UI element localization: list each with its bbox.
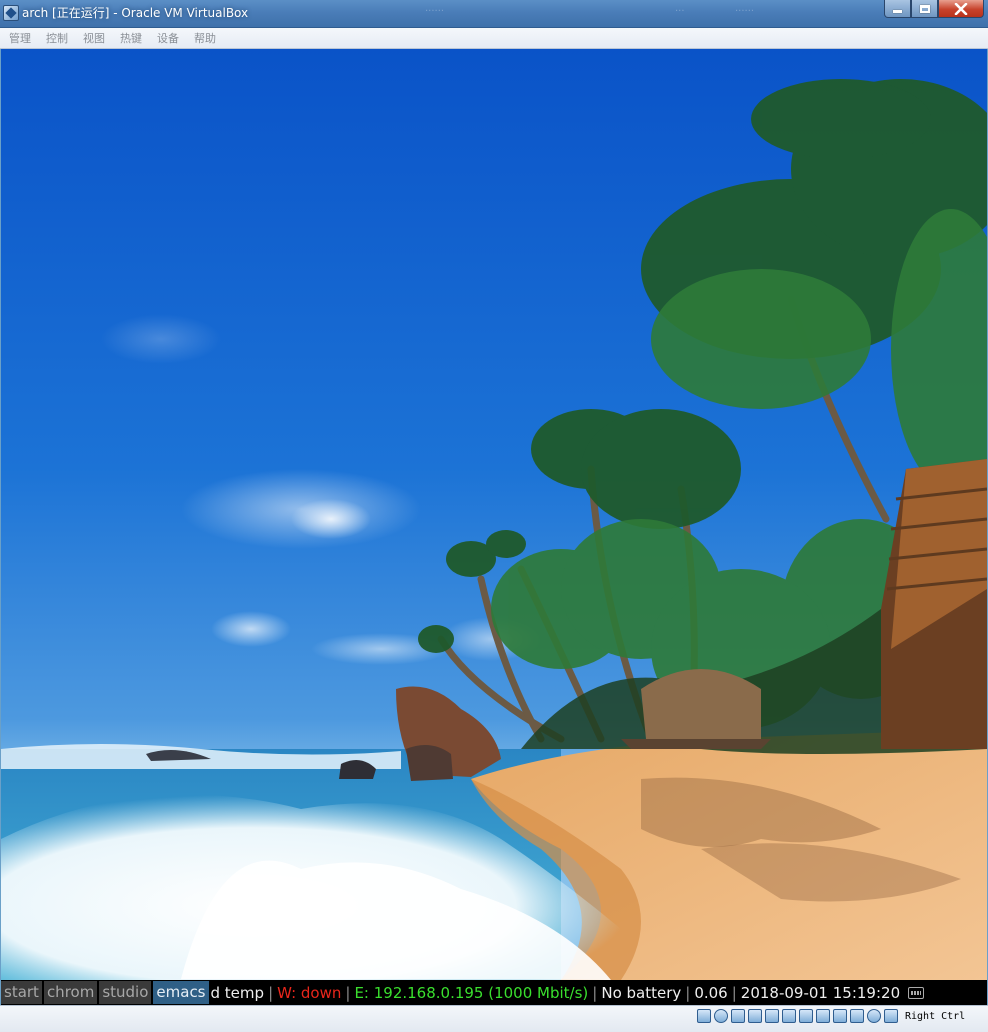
menu-hotkeys[interactable]: 热键 (120, 30, 142, 46)
wifi-status: W: down (277, 983, 342, 1002)
window-title: arch [正在运行] - Oracle VM VirtualBox (22, 6, 249, 20)
usb-icon[interactable] (765, 1009, 779, 1023)
datetime-status: 2018-09-01 15:19:20 (740, 983, 901, 1002)
workspace-tag-studio[interactable]: studio (99, 981, 152, 1004)
close-icon (954, 2, 968, 15)
minimize-icon (893, 10, 902, 13)
optical-drive-icon[interactable] (714, 1009, 728, 1023)
menu-bar: 管理 控制 视图 热键 设备 帮助 (0, 28, 988, 49)
host-key-label[interactable]: Right Ctrl (905, 1011, 965, 1022)
workspace-tag-emacs[interactable]: emacs (153, 981, 209, 1004)
menu-help[interactable]: 帮助 (194, 30, 216, 46)
video-capture-icon[interactable] (816, 1009, 830, 1023)
workspace-tag-start[interactable]: start (1, 981, 42, 1004)
shared-folder-icon[interactable] (782, 1009, 796, 1023)
ethernet-status: E: 192.168.0.195 (1000 Mbit/s) (354, 983, 589, 1002)
host-status-strip: Right Ctrl (0, 1005, 988, 1032)
battery-status: No battery (601, 983, 682, 1002)
menu-manage[interactable]: 管理 (9, 30, 31, 46)
mouse-integration-icon[interactable] (867, 1009, 881, 1023)
menu-control[interactable]: 控制 (46, 30, 68, 46)
menu-devices[interactable]: 设备 (157, 30, 179, 46)
guest-status-bar: start chrom studio emacs d temp | W: dow… (1, 980, 987, 1005)
temp-status: d temp (210, 983, 265, 1002)
status-separator: | (268, 983, 274, 1002)
menu-view[interactable]: 视图 (83, 30, 105, 46)
desktop-wallpaper (1, 49, 987, 980)
display-icon[interactable] (799, 1009, 813, 1023)
close-button[interactable] (938, 0, 984, 18)
hard-disk-icon[interactable] (697, 1009, 711, 1023)
virtualbox-app-icon[interactable] (3, 5, 19, 21)
vm-display[interactable] (1, 49, 987, 980)
keyboard-arrow-icon[interactable] (884, 1009, 898, 1023)
load-status: 0.06 (694, 983, 728, 1002)
status-separator: | (731, 983, 737, 1002)
status-separator: | (345, 983, 351, 1002)
workspace-tag-chrom[interactable]: chrom (43, 981, 98, 1004)
keyboard-icon[interactable] (908, 986, 925, 999)
network-icon[interactable] (748, 1009, 762, 1023)
audio-icon[interactable] (731, 1009, 745, 1023)
minimize-button[interactable] (884, 0, 911, 18)
vrde-icon[interactable] (833, 1009, 847, 1023)
cpu-icon[interactable] (850, 1009, 864, 1023)
ghost-tab-text: ··· (675, 6, 685, 17)
maximize-icon (919, 4, 930, 13)
maximize-button[interactable] (911, 0, 938, 18)
window-title-bar[interactable]: arch [正在运行] - Oracle VM VirtualBox ·····… (0, 0, 988, 28)
device-tray (697, 1009, 898, 1023)
status-separator: | (685, 983, 691, 1002)
ghost-tab-text: ······ (735, 6, 755, 17)
ghost-tab-text: ······ (425, 6, 445, 17)
status-separator: | (592, 983, 598, 1002)
